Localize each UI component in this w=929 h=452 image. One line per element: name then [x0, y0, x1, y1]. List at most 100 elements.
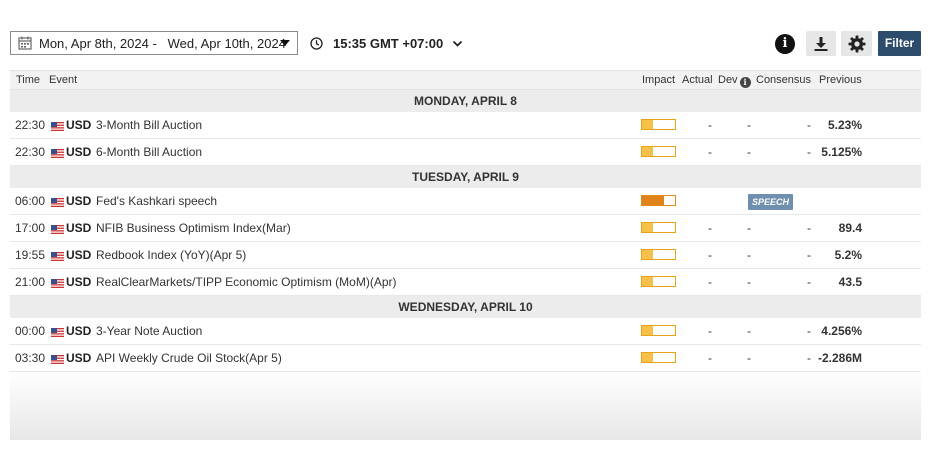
table-row[interactable]: 22:30 USD 6-Month Bill Auction - - -5.125%: [10, 139, 921, 166]
event-time: 19:55: [15, 248, 46, 262]
event-currency: USD: [66, 145, 92, 159]
event-name[interactable]: 6-Month Bill Auction: [96, 145, 202, 159]
impact-bar: [641, 146, 676, 157]
day-header: WEDNESDAY, APRIL 10: [10, 296, 921, 318]
table-header: Time Event Impact Actual Dev i Consensus …: [10, 70, 921, 90]
economic-calendar-table: Time Event Impact Actual Dev i Consensus …: [10, 70, 921, 372]
calendar-icon: [18, 36, 32, 50]
event-time: 17:00: [15, 221, 46, 235]
dev-value: -: [747, 248, 751, 262]
impact-bar: [641, 276, 676, 287]
caret-down-icon: [280, 40, 290, 46]
event-name[interactable]: API Weekly Crude Oil Stock(Apr 5): [96, 351, 282, 365]
date-range-picker[interactable]: Mon, Apr 8th, 2024 - Wed, Apr 10th, 2024: [10, 31, 298, 55]
event-name[interactable]: 3-Year Note Auction: [96, 324, 202, 338]
event-currency: USD: [66, 248, 92, 262]
actual-value: -: [708, 221, 712, 235]
dev-value: -: [747, 221, 751, 235]
speech-badge: SPEECH: [748, 194, 794, 210]
previous-value: 5.125%: [821, 145, 862, 159]
impact-fill: [642, 277, 653, 286]
download-icon: [814, 36, 828, 51]
day-header: TUESDAY, APRIL 9: [10, 166, 921, 188]
impact-bar: [641, 352, 676, 363]
table-row[interactable]: 21:00 USD RealClearMarkets/TIPP Economic O…: [10, 269, 921, 296]
consensus-value: -: [807, 118, 811, 132]
dev-value: -: [747, 275, 751, 289]
timezone-selector[interactable]: 15:35 GMT +07:00: [310, 36, 463, 51]
us-flag-icon: [51, 277, 64, 288]
settings-button[interactable]: [841, 31, 872, 56]
impact-fill: [642, 223, 653, 232]
chevron-down-icon: [453, 40, 463, 47]
current-time: 15:35 GMT +07:00: [333, 36, 444, 51]
impact-bar: [641, 119, 676, 130]
event-currency: USD: [66, 324, 92, 338]
previous-value: 4.256%: [821, 324, 862, 338]
impact-fill: [642, 147, 653, 156]
impact-fill: [642, 196, 664, 205]
event-time: 03:30: [15, 351, 46, 365]
event-time: 00:00: [15, 324, 46, 338]
table-row[interactable]: 17:00 USD NFIB Business Optimism Index(Mar…: [10, 215, 921, 242]
col-consensus: Consensus: [756, 74, 812, 86]
dev-value: -: [747, 324, 751, 338]
dev-value: -: [747, 118, 751, 132]
us-flag-icon: [51, 223, 64, 234]
download-button[interactable]: [806, 31, 836, 56]
table-row[interactable]: 22:30 USD 3-Month Bill Auction - - - 5.23%: [10, 112, 921, 139]
impact-bar: [641, 222, 676, 233]
us-flag-icon: [51, 250, 64, 261]
us-flag-icon: [51, 147, 64, 158]
event-name[interactable]: Redbook Index (YoY)(Apr 5): [96, 248, 246, 262]
toolbar: Mon, Apr 8th, 2024 - Wed, Apr 10th, 2024…: [0, 0, 929, 70]
consensus-value: -: [807, 248, 811, 262]
us-flag-icon: [51, 120, 64, 131]
consensus-value: -: [807, 351, 811, 365]
table-body: MONDAY, APRIL 8 22:30 USD 3-Month Bill Auct…: [10, 90, 921, 372]
consensus-value: -: [807, 324, 811, 338]
event-name[interactable]: NFIB Business Optimism Index(Mar): [96, 221, 291, 235]
event-currency: USD: [66, 275, 92, 289]
event-currency: USD: [66, 118, 92, 132]
event-currency: USD: [66, 351, 92, 365]
previous-value: -2.286M: [817, 351, 862, 365]
impact-fill: [642, 353, 653, 362]
info-icon[interactable]: i: [775, 34, 795, 54]
impact-fill: [642, 250, 653, 259]
event-name[interactable]: 3-Month Bill Auction: [96, 118, 202, 132]
actual-value: -: [708, 145, 712, 159]
table-row[interactable]: 00:00 USD 3-Year Note Auction - - -4.256%: [10, 318, 921, 345]
previous-value: 43.5: [838, 275, 862, 289]
previous-value: 5.2%: [834, 248, 862, 262]
impact-fill: [642, 120, 653, 129]
table-row[interactable]: 06:00 USD Fed's Kashkari speech SPEECH: [10, 188, 921, 215]
dev-value: -: [747, 145, 751, 159]
event-name[interactable]: Fed's Kashkari speech: [96, 194, 217, 208]
event-time: 22:30: [15, 145, 46, 159]
consensus-value: -: [807, 145, 811, 159]
filter-button[interactable]: Filter: [878, 31, 921, 56]
event-name[interactable]: RealClearMarkets/TIPP Economic Optimism …: [96, 275, 397, 289]
col-dev-label: Dev: [718, 74, 738, 86]
col-event: Event: [49, 74, 78, 86]
us-flag-icon: [51, 353, 64, 364]
actual-value: -: [708, 118, 712, 132]
consensus-value: -: [807, 275, 811, 289]
impact-bar: [641, 195, 676, 206]
event-time: 06:00: [15, 194, 46, 208]
event-time: 21:00: [15, 275, 46, 289]
us-flag-icon: [51, 196, 64, 207]
col-actual: Actual: [682, 74, 713, 86]
col-previous: Previous: [819, 74, 862, 86]
event-currency: USD: [66, 221, 92, 235]
consensus-value: -: [807, 221, 811, 235]
table-row[interactable]: 03:30 USD API Weekly Crude Oil Stock(Apr 5…: [10, 345, 921, 372]
loading-fade: [10, 373, 921, 440]
actual-value: -: [708, 248, 712, 262]
info-icon[interactable]: i: [739, 77, 751, 88]
event-currency: USD: [66, 194, 92, 208]
table-row[interactable]: 19:55 USD Redbook Index (YoY)(Apr 5) - - - 5.2…: [10, 242, 921, 269]
us-flag-icon: [51, 326, 64, 337]
previous-value: 89.4: [838, 221, 862, 235]
